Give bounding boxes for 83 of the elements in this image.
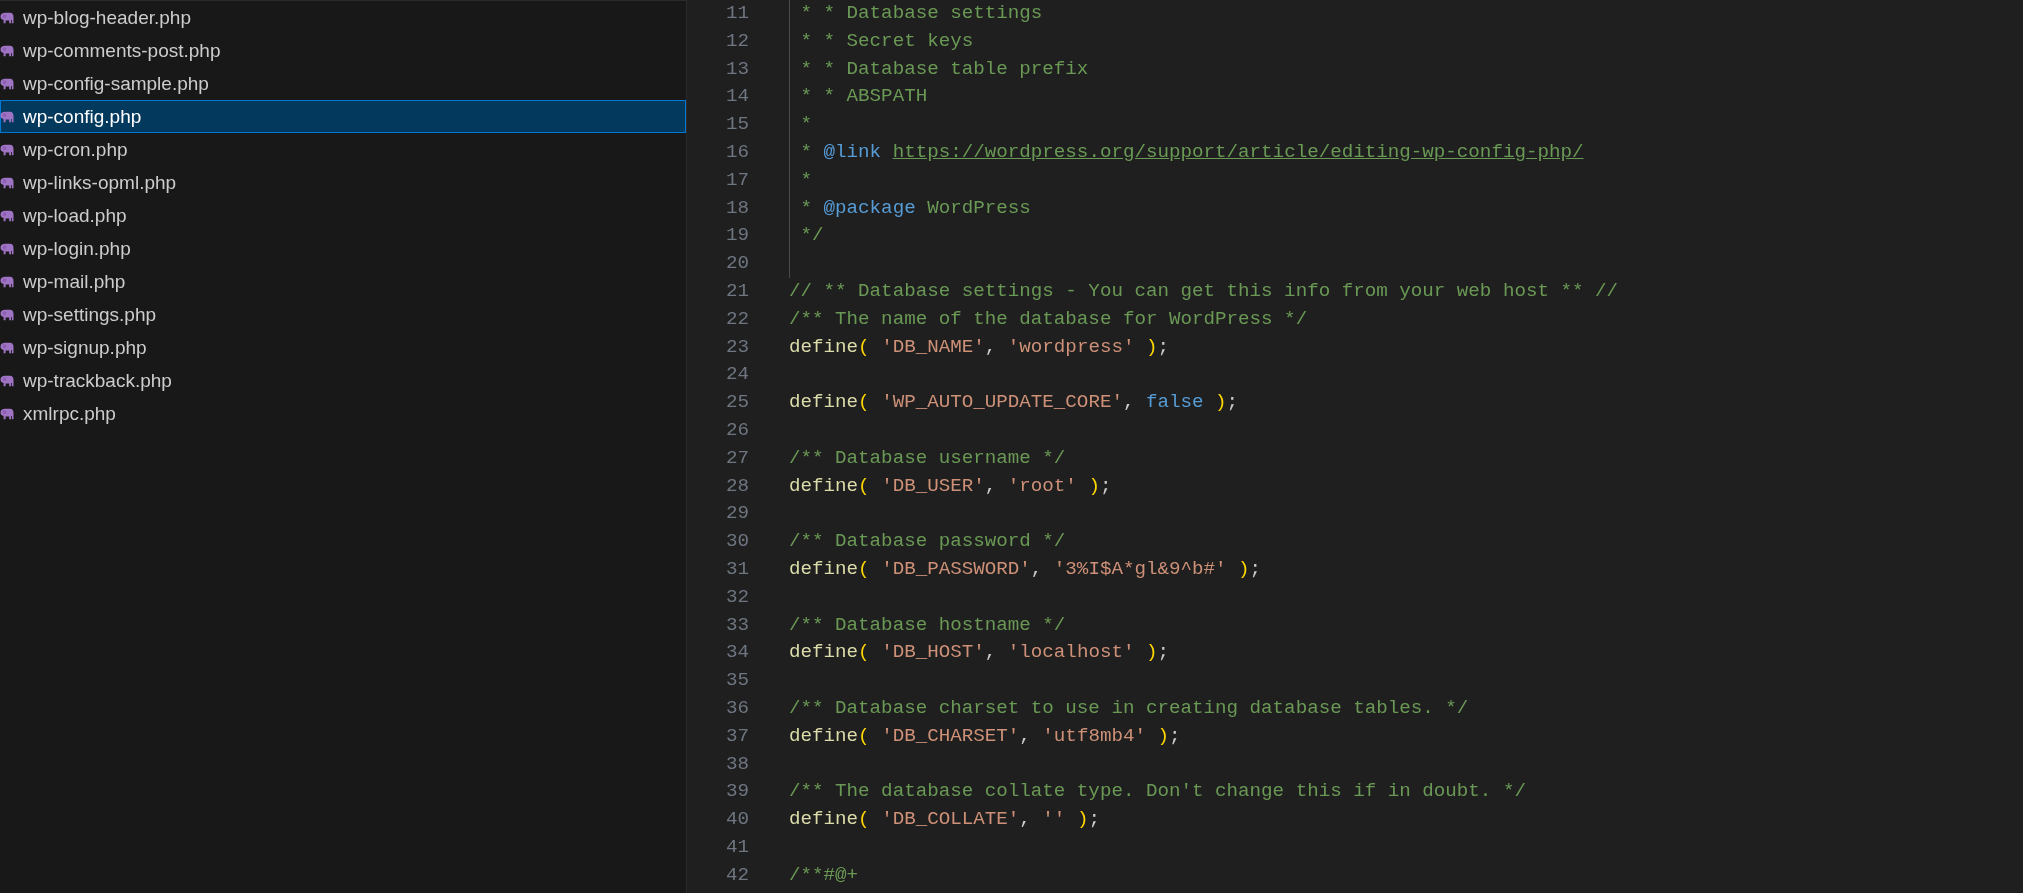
line-number: 34	[724, 640, 749, 666]
code-line: /** The database collate type. Don't change this if in doubt. */	[789, 779, 1526, 805]
line-number: 41	[724, 834, 749, 860]
code-line: define( 'DB_HOST', 'localhost' );	[789, 640, 1169, 666]
elephant-icon	[0, 374, 14, 387]
line-number: 17	[724, 167, 749, 193]
code-line: * * Database table prefix	[799, 56, 1089, 82]
file-item[interactable]: wp-cron.php	[0, 133, 686, 166]
line-number: 29	[724, 501, 749, 527]
code-line: /** Database charset to use in creating database tables. */	[789, 695, 1469, 721]
line-number: 27	[724, 445, 749, 471]
code-line: // ** Database settings - You can get this info from your web host ** //	[789, 278, 1619, 304]
code-line: define( 'DB_NAME', 'wordpress' );	[789, 334, 1169, 360]
line-number: 39	[724, 779, 749, 805]
line-number: 42	[724, 862, 749, 888]
line-number: 15	[724, 112, 749, 138]
line-number: 32	[724, 584, 749, 610]
code-line: define( 'DB_PASSWORD', '3%I$A*gl&9^b#' );	[789, 556, 1262, 582]
line-number: 38	[724, 751, 749, 777]
line-number: 30	[724, 529, 749, 555]
line-number: 31	[724, 556, 749, 582]
elephant-icon	[0, 176, 14, 189]
code-line: define( 'DB_USER', 'root' );	[789, 473, 1112, 499]
line-number: 19	[724, 223, 749, 249]
line-number: 21	[724, 278, 749, 304]
line-number: 22	[724, 306, 749, 332]
elephant-icon	[0, 407, 14, 420]
file-item[interactable]: wp-comments-post.php	[0, 34, 686, 67]
file-item[interactable]: wp-links-opml.php	[0, 166, 686, 199]
line-number: 40	[724, 807, 749, 833]
code-line: /**#@+	[789, 862, 859, 888]
file-item[interactable]: wp-load.php	[0, 199, 686, 232]
line-number: 20	[724, 251, 749, 277]
line-number: 18	[724, 195, 749, 221]
code-line: define( 'DB_COLLATE', '' );	[789, 807, 1100, 833]
file-item[interactable]: wp-blog-header.php	[0, 1, 686, 34]
file-item[interactable]: wp-login.php	[0, 232, 686, 265]
elephant-icon	[0, 44, 14, 57]
file-item[interactable]: wp-signup.php	[0, 331, 686, 364]
line-number: 24	[724, 362, 749, 388]
elephant-icon	[0, 11, 14, 24]
line-number: 35	[724, 668, 749, 694]
code-line: * @package WordPress	[799, 195, 1031, 221]
code-line: *	[799, 167, 813, 193]
line-number: 26	[724, 417, 749, 443]
elephant-icon	[0, 242, 14, 255]
line-number: 13	[724, 56, 749, 82]
line-number: 16	[724, 140, 749, 165]
line-number: 25	[724, 390, 749, 416]
line-number: 14	[724, 84, 749, 110]
elephant-icon	[0, 110, 14, 123]
file-item[interactable]: wp-settings.php	[0, 298, 686, 331]
code-line: */	[799, 223, 824, 249]
elephant-icon	[0, 275, 14, 288]
line-number: 23	[724, 334, 749, 360]
code-line: * * Database settings	[799, 1, 1043, 26]
elephant-icon	[0, 143, 14, 156]
file-item[interactable]: wp-config.php	[0, 100, 686, 133]
file-item[interactable]: wp-trackback.php	[0, 364, 686, 397]
file-item[interactable]: wp-mail.php	[0, 265, 686, 298]
elephant-icon	[0, 77, 14, 90]
elephant-icon	[0, 341, 14, 354]
code-line: /** Database password */	[789, 529, 1066, 555]
code-line: define( 'DB_CHARSET', 'utf8mb4' );	[789, 723, 1181, 749]
elephant-icon	[0, 308, 14, 321]
line-number: 33	[724, 612, 749, 638]
elephant-icon	[0, 209, 14, 222]
code-line: /** Database username */	[789, 445, 1066, 471]
url-link[interactable]: https://wordpress.org/support/article/editing-wp-config-php/	[892, 141, 1584, 163]
code-line: * @link https://wordpress.org/support/article/editing-wp-config-php/	[799, 140, 1584, 165]
line-number: 11	[724, 1, 749, 26]
code-line: * * ABSPATH	[799, 84, 928, 110]
line-number: 28	[724, 473, 749, 499]
line-number: 37	[724, 723, 749, 749]
code-line: define( 'WP_AUTO_UPDATE_CORE', false );	[789, 390, 1239, 416]
file-item[interactable]: wp-config-sample.php	[0, 67, 686, 100]
code-line: /** The name of the database for WordPress */	[789, 306, 1308, 332]
code-line: * * Secret keys	[799, 28, 974, 54]
line-number: 36	[724, 695, 749, 721]
code-line: /** Database hostname */	[789, 612, 1066, 638]
line-number: 12	[724, 28, 749, 54]
file-item[interactable]: xmlrpc.php	[0, 397, 686, 430]
code-line: *	[799, 112, 813, 138]
